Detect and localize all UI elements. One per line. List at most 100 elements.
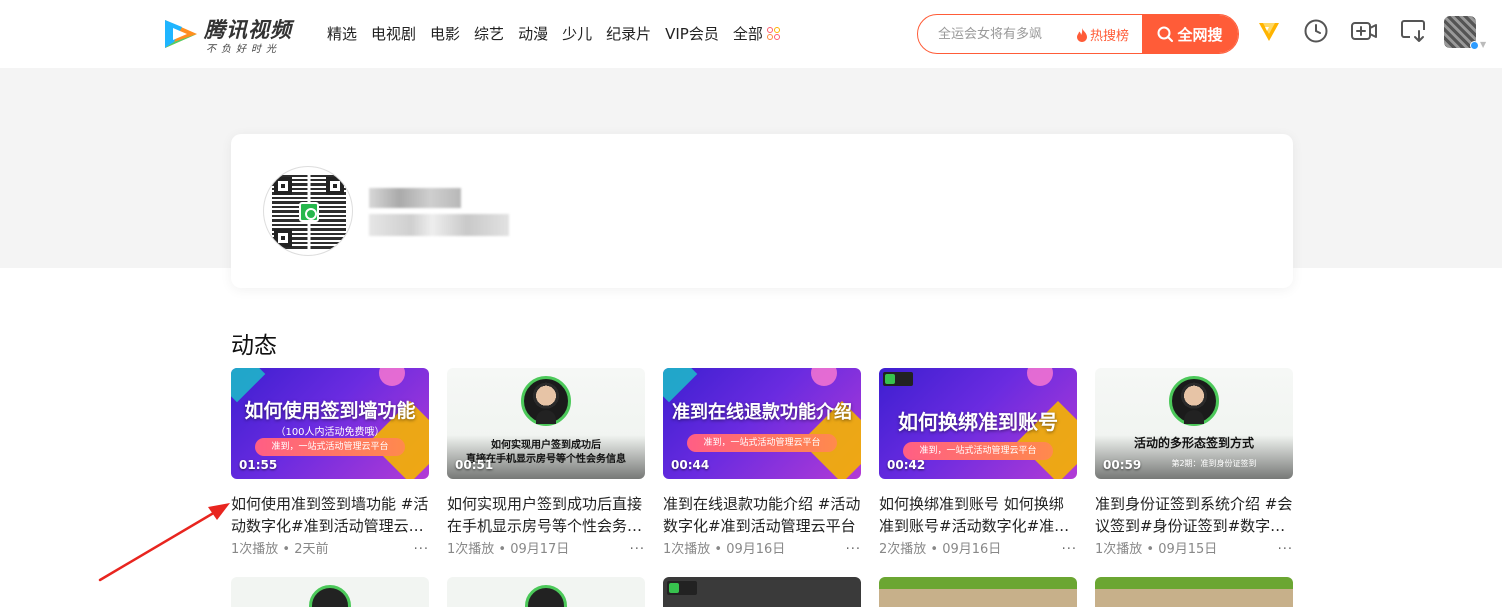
thumbnail-title: 活动的多形态签到方式 xyxy=(1133,436,1254,450)
meta-separator: • xyxy=(494,542,511,557)
meta-separator: • xyxy=(278,542,295,557)
nav-item-documentary[interactable]: 纪录片 xyxy=(606,24,651,44)
video-meta: 1次播放 • 09月15日 ··· xyxy=(1095,541,1293,559)
video-meta: 1次播放 • 2天前 ··· xyxy=(231,541,429,559)
video-duration: 00:59 xyxy=(1103,458,1142,472)
main-nav: 精选 电视剧 电影 综艺 动漫 少儿 纪录片 VIP会员 全部 xyxy=(327,24,795,44)
nav-item-all-label: 全部 xyxy=(732,25,763,43)
nav-item-movie[interactable]: 电影 xyxy=(430,24,460,44)
video-thumbnail[interactable]: 如何使用签到墙功能 （100人内活动免费哦） 准到，一站式活动管理云平台 01:… xyxy=(231,368,429,479)
publish-date: 09月15日 xyxy=(1158,542,1218,557)
logo-slogan: 不负好时光 xyxy=(206,44,281,55)
tencent-video-logo[interactable]: 腾讯视频 不负好时光 xyxy=(162,14,302,56)
thumbnail-subtitle: （100人内活动免费哦） xyxy=(275,427,385,438)
thumbnail-title: 如何使用签到墙功能 xyxy=(244,400,416,422)
thumbnail-title: 如何换绑准到账号 xyxy=(898,410,1058,434)
search-button[interactable]: 全网搜 xyxy=(1142,15,1238,53)
more-options-icon[interactable]: ··· xyxy=(1278,541,1293,559)
publish-date: 09月16日 xyxy=(726,542,786,557)
video-thumbnail[interactable]: 活动的多形态签到方式 第2期：准到身份证签到 00:59 xyxy=(1095,368,1293,479)
video-card: 如何实现用户签到成功后 直接在手机显示房号等个性会务信息 00:51 如何实现用… xyxy=(447,368,645,559)
search-bar: 热搜榜 全网搜 xyxy=(917,14,1239,54)
decor-shape xyxy=(811,368,837,386)
qr-center-logo xyxy=(299,202,319,222)
video-title[interactable]: 如何换绑准到账号 如何换绑准到账号#活动数字化#准到活动管理云平台 xyxy=(879,493,1077,537)
video-card: 如何使用签到墙功能 （100人内活动免费哦） 准到，一站式活动管理云平台 01:… xyxy=(231,368,429,559)
publish-date: 09月16日 xyxy=(942,542,1002,557)
thumbnail-title: 如何实现用户签到成功后 xyxy=(491,440,601,451)
hot-search-link[interactable]: 热搜榜 xyxy=(1076,25,1129,44)
video-meta: 1次播放 • 09月16日 ··· xyxy=(663,541,861,559)
nav-item-featured[interactable]: 精选 xyxy=(327,24,357,44)
top-header: 腾讯视频 不负好时光 精选 电视剧 电影 综艺 动漫 少儿 纪录片 VIP会员 … xyxy=(0,0,1502,68)
video-meta: 2次播放 • 09月16日 ··· xyxy=(879,541,1077,559)
video-thumbnail-partial[interactable] xyxy=(231,577,429,607)
annotation-arrow-icon xyxy=(98,503,230,582)
search-icon xyxy=(1157,26,1174,42)
thumbnail-pill: 准到，一站式活动管理云平台 xyxy=(687,434,837,452)
video-title[interactable]: 准到在线退款功能介绍 #活动数字化#准到活动管理云平台 xyxy=(663,493,861,537)
video-duration: 00:51 xyxy=(455,458,494,472)
brand-logo xyxy=(883,372,913,386)
publish-date: 2天前 xyxy=(294,542,329,557)
play-count: 1次播放 xyxy=(231,542,279,557)
play-count: 2次播放 xyxy=(879,542,927,557)
qr-eye xyxy=(274,229,292,247)
hot-search-label: 热搜榜 xyxy=(1090,29,1130,44)
caret-down-icon[interactable]: ▼ xyxy=(1480,40,1486,49)
nav-item-tv[interactable]: 电视剧 xyxy=(371,24,416,44)
channel-avatar[interactable] xyxy=(263,166,353,256)
video-duration: 00:44 xyxy=(671,458,710,472)
history-clock-icon[interactable] xyxy=(1303,18,1329,44)
video-thumbnail-partial[interactable] xyxy=(447,577,645,607)
video-card: 准到在线退款功能介绍 准到，一站式活动管理云平台 00:44 准到在线退款功能介… xyxy=(663,368,861,559)
user-avatar[interactable] xyxy=(1444,16,1479,50)
video-thumbnail-partial[interactable] xyxy=(879,577,1077,607)
more-options-icon[interactable]: ··· xyxy=(846,541,861,559)
video-title[interactable]: 如何实现用户签到成功后直接在手机显示房号等个性会务信息 xyxy=(447,493,645,537)
thumbnail-pill: 准到，一站式活动管理云平台 xyxy=(255,438,405,456)
nav-item-anime[interactable]: 动漫 xyxy=(518,24,548,44)
more-options-icon[interactable]: ··· xyxy=(1062,541,1077,559)
grid-dots-icon xyxy=(766,27,781,41)
video-thumbnail-partial[interactable] xyxy=(1095,577,1293,607)
play-count: 1次播放 xyxy=(1095,542,1143,557)
presenter-portrait xyxy=(309,585,351,607)
more-options-icon[interactable]: ··· xyxy=(414,541,429,559)
presenter-portrait xyxy=(521,376,571,426)
decor-shape xyxy=(1027,368,1053,386)
qr-eye xyxy=(326,177,344,195)
presenter-portrait xyxy=(525,585,567,607)
publish-date: 09月17日 xyxy=(510,542,570,557)
upload-video-icon[interactable] xyxy=(1350,18,1378,44)
online-badge xyxy=(1470,41,1479,50)
download-icon[interactable] xyxy=(1400,18,1426,44)
brand-logo xyxy=(667,581,697,595)
section-title: 动态 xyxy=(231,333,277,359)
thumbnail-pill: 准到，一站式活动管理云平台 xyxy=(903,442,1053,460)
video-card: 如何换绑准到账号 准到，一站式活动管理云平台 00:42 如何换绑准到账号 如何… xyxy=(879,368,1077,559)
more-options-icon[interactable]: ··· xyxy=(630,541,645,559)
meta-separator: • xyxy=(1142,542,1159,557)
thumbnail-subtitle: 第2期：准到身份证签到 xyxy=(1171,459,1257,468)
video-thumbnail-partial[interactable] xyxy=(663,577,861,607)
video-card: 活动的多形态签到方式 第2期：准到身份证签到 00:59 准到身份证签到系统介绍… xyxy=(1095,368,1293,559)
flame-icon xyxy=(1077,27,1087,42)
video-meta: 1次播放 • 09月17日 ··· xyxy=(447,541,645,559)
search-input[interactable] xyxy=(918,15,1068,53)
video-thumbnail[interactable]: 准到在线退款功能介绍 准到，一站式活动管理云平台 00:44 xyxy=(663,368,861,479)
channel-info-redacted xyxy=(369,214,509,236)
nav-item-all[interactable]: 全部 xyxy=(733,24,781,44)
nav-item-vip[interactable]: VIP会员 xyxy=(665,24,719,44)
video-thumbnail[interactable]: 如何实现用户签到成功后 直接在手机显示房号等个性会务信息 00:51 xyxy=(447,368,645,479)
logo-play-icon xyxy=(165,20,197,48)
decor-shape xyxy=(379,368,405,386)
video-title[interactable]: 如何使用准到签到墙功能 #活动数字化#准到活动管理云平台 xyxy=(231,493,429,537)
video-thumbnail[interactable]: 如何换绑准到账号 准到，一站式活动管理云平台 00:42 xyxy=(879,368,1077,479)
nav-item-variety[interactable]: 综艺 xyxy=(474,24,504,44)
video-title[interactable]: 准到身份证签到系统介绍 #会议签到#身份证签到#数字化活动 xyxy=(1095,493,1293,537)
meta-separator: • xyxy=(710,542,727,557)
vip-diamond-icon[interactable] xyxy=(1256,18,1282,44)
nav-item-kids[interactable]: 少儿 xyxy=(562,24,592,44)
play-count: 1次播放 xyxy=(663,542,711,557)
